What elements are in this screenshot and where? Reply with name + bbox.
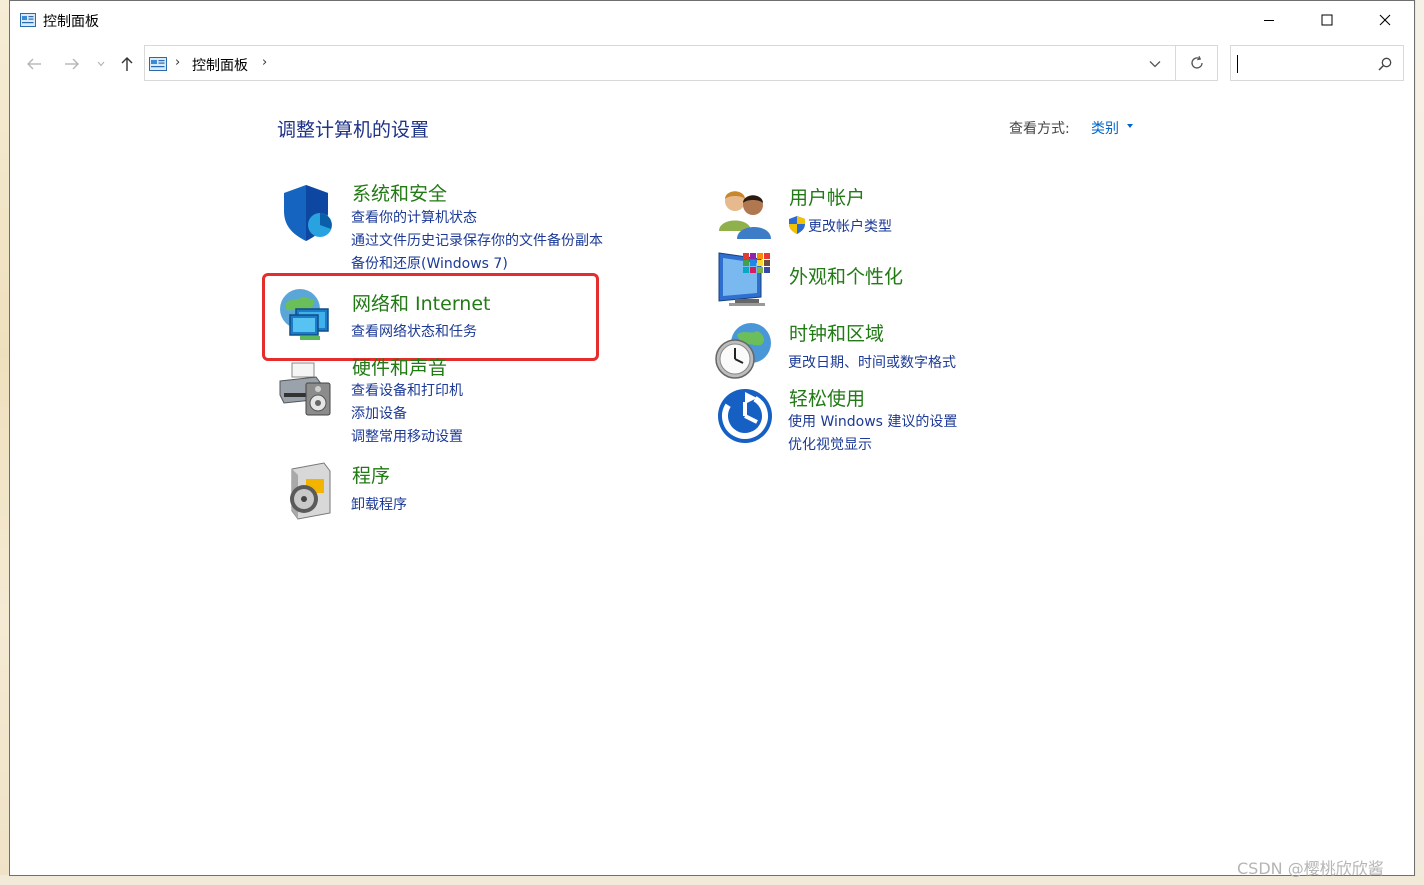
view-by-dropdown[interactable]: 类别 [1091,118,1119,138]
category-title-system-security[interactable]: 系统和安全 [352,179,447,206]
search-input[interactable] [1230,45,1404,81]
control-panel-icon [149,56,167,71]
link-change-date-time-format[interactable]: 更改日期、时间或数字格式 [788,352,956,372]
address-bar[interactable]: › 控制面板 › [144,45,1176,81]
search-icon[interactable] [1377,56,1393,76]
category-title-programs[interactable]: 程序 [352,461,390,488]
control-panel-icon [20,12,36,27]
forward-arrow-icon[interactable] [60,51,84,77]
category-title-user-accounts[interactable]: 用户帐户 [789,183,865,210]
refresh-icon [1190,55,1203,69]
link-backup-restore[interactable]: 备份和还原(Windows 7) [351,253,508,273]
users-icon[interactable] [715,183,775,243]
text-cursor [1237,55,1238,73]
refresh-button[interactable] [1176,45,1218,81]
breadcrumb-separator-icon[interactable]: › [262,55,267,70]
network-globe-icon[interactable] [276,285,336,345]
category-title-ease-of-access[interactable]: 轻松使用 [789,384,865,411]
link-windows-recommended-settings[interactable]: 使用 Windows 建议的设置 [788,411,957,431]
up-arrow-icon[interactable] [116,51,138,77]
desktop-background-right [1416,0,1424,885]
address-history-chevron-icon[interactable] [1145,55,1165,73]
close-button[interactable] [1356,1,1414,39]
link-view-network-status[interactable]: 查看网络状态和任务 [351,321,477,341]
clock-globe-icon[interactable] [713,321,773,381]
desktop-background-bottom [0,875,1424,885]
category-title-appearance[interactable]: 外观和个性化 [789,262,903,289]
view-by-label: 查看方式: [1009,121,1070,137]
category-title-hardware-sound[interactable]: 硬件和声音 [352,353,447,380]
printer-speaker-icon[interactable] [276,359,336,419]
category-title-clock-region[interactable]: 时钟和区域 [789,319,884,346]
link-optimize-visual-display[interactable]: 优化视觉显示 [788,434,872,454]
monitor-palette-icon[interactable] [715,249,775,309]
control-panel-window: 控制面板 › 控制面板 › 调整计算机的设置 查看方式: 类别 系统和安全 查看… [9,0,1415,876]
window-title: 控制面板 [43,14,99,30]
dropdown-caret-icon[interactable] [1127,124,1133,128]
programs-disc-icon[interactable] [280,461,340,521]
breadcrumb-separator-icon[interactable]: › [175,55,180,70]
link-mobility-settings[interactable]: 调整常用移动设置 [351,426,463,446]
title-bar[interactable]: 控制面板 [10,1,1414,39]
link-add-device[interactable]: 添加设备 [351,403,407,423]
uac-shield-icon [788,215,806,239]
recent-locations-chevron-icon[interactable] [94,51,108,77]
back-arrow-icon[interactable] [22,51,46,77]
link-view-devices-printers[interactable]: 查看设备和打印机 [351,380,463,400]
link-change-account-type[interactable]: 更改帐户类型 [808,216,892,236]
breadcrumb-item[interactable]: 控制面板 [192,55,248,75]
shield-icon[interactable] [276,183,336,243]
category-title-network-internet[interactable]: 网络和 Internet [352,289,490,316]
minimize-button[interactable] [1240,1,1298,39]
maximize-button[interactable] [1298,1,1356,39]
page-title: 调整计算机的设置 [277,119,430,141]
link-file-history-backup[interactable]: 通过文件历史记录保存你的文件备份副本 [351,230,603,250]
link-uninstall-program[interactable]: 卸载程序 [351,494,407,514]
ease-of-access-icon[interactable] [715,386,775,446]
link-view-computer-status[interactable]: 查看你的计算机状态 [351,207,477,227]
watermark: CSDN @樱桃欣欣酱 [1237,859,1384,878]
